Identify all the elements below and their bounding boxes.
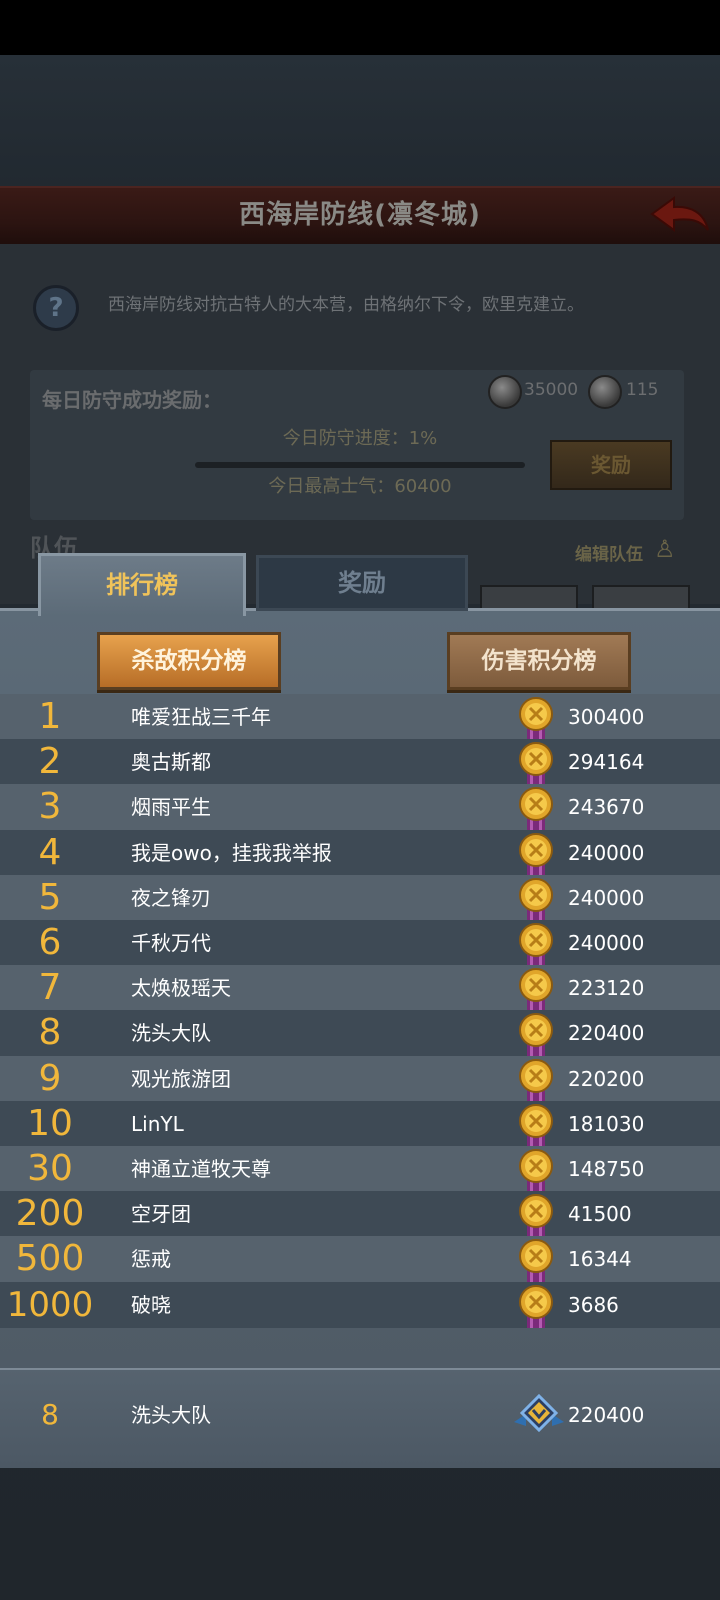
leaderboard-row[interactable]: 2 奥古斯都 294164 [0,739,720,786]
player-score: 181030 [568,1111,645,1136]
player-score: 240000 [568,885,645,910]
page-title: 西海岸防线(凛冬城) [239,200,481,230]
defense-progress-label: 今日防守进度： [282,428,409,449]
player-score: 220400 [568,1021,645,1046]
reward-button[interactable]: 奖励 [550,440,672,490]
gold-medal-icon [514,832,558,876]
edit-team-button[interactable]: 编辑队伍 [575,540,643,565]
rank-number: 1 [38,696,62,737]
rank-number: 2 [38,741,62,783]
player-name: 惩戒 [131,1247,171,1272]
player-name: 夜之锋刃 [131,885,211,910]
player-score: 240000 [568,840,645,865]
player-score: 223120 [568,976,645,1001]
leaderboard-row[interactable]: 5 夜之锋刃 240000 [0,874,720,921]
leaderboard-row[interactable]: 9 观光旅游团 220200 [0,1055,720,1102]
gold-medal-icon [514,922,558,966]
defense-progress-value: 1% [408,428,438,449]
player-name: 奥古斯都 [131,750,211,775]
leaderboard-row[interactable]: 8 洗头大队 220400 [0,1010,720,1057]
kill-score-board-button[interactable]: 杀敌积分榜 [97,632,281,690]
leaderboard-row[interactable]: 7 太焕极瑶天 223120 [0,965,720,1012]
daily-reward-label: 每日防守成功奖励： [42,388,222,412]
description-text: 西海岸防线对抗古特人的大本营，由格纳尔下令，欧里克建立。 [108,295,584,315]
gold-medal-icon [514,696,558,740]
gold-medal-icon [514,741,558,786]
back-arrow-icon[interactable] [648,192,712,238]
silver-coin-icon [488,375,522,409]
player-name: 千秋万代 [131,931,211,955]
player-score: 3686 [568,1292,619,1317]
player-name: 洗头大队 [131,1021,211,1046]
player-name: 空牙团 [131,1202,191,1227]
edit-team-icon[interactable]: ♙ [654,534,684,564]
dark-coin-icon [588,375,622,409]
gold-medal-icon [514,1012,558,1057]
player-score: 148750 [568,1157,645,1181]
leaderboard-row[interactable]: 30 神通立道牧天尊 148750 [0,1146,720,1192]
rank-number: 9 [38,1057,62,1099]
player-name: 神通立道牧天尊 [131,1157,271,1181]
gold-medal-icon [514,1103,558,1147]
damage-score-board-button[interactable]: 伤害积分榜 [447,632,631,690]
reward-coin-1-value: 35000 [524,380,579,400]
player-score: 294164 [568,750,645,775]
gold-medal-icon [514,1284,558,1328]
rank-number: 500 [15,1238,85,1280]
gold-medal-icon [514,786,558,831]
leaderboard-row[interactable]: 1000 破晓 3686 [0,1281,720,1328]
leaderboard-row[interactable]: 1 唯爱狂战三千年 300400 [0,694,720,740]
gold-medal-icon [514,877,558,921]
status-bar [0,0,720,55]
player-score: 240000 [568,931,645,955]
max-morale-value: 60400 [394,476,452,497]
my-name: 洗头大队 [131,1403,211,1427]
my-rank: 8 [41,1398,59,1431]
player-score: 300400 [568,705,645,729]
rank-number: 1000 [6,1284,94,1325]
rank-number: 5 [38,876,62,918]
gold-medal-icon [514,967,558,1012]
leaderboard-row[interactable]: 200 空牙团 41500 [0,1191,720,1238]
leaderboard-row[interactable]: 500 惩戒 16344 [0,1236,720,1283]
player-name: 唯爱狂战三千年 [131,705,271,729]
player-score: 16344 [568,1247,632,1272]
rank-number: 6 [38,922,62,963]
leaderboard-row[interactable]: 4 我是owo，挂我我举报 240000 [0,829,720,876]
help-icon[interactable]: ? [33,285,79,331]
rank-number: 200 [15,1193,85,1235]
player-name: 破晓 [131,1292,171,1317]
defense-progress-bar [195,462,525,468]
player-score: 220200 [568,1066,645,1091]
rank-number: 7 [38,967,62,1009]
rank-number: 4 [38,831,62,873]
rank-number: 30 [27,1148,73,1189]
tab-rewards[interactable]: 奖励 [256,555,468,611]
leaderboard-row[interactable]: 3 烟雨平生 243670 [0,784,720,831]
player-name: LinYL [131,1111,184,1136]
gold-medal-icon [514,1193,558,1238]
rank-number: 3 [38,786,62,828]
my-score: 220400 [568,1403,645,1427]
rank-badge-icon [512,1392,566,1438]
max-morale-label: 今日最高士气： [268,476,395,497]
rank-number: 10 [27,1102,73,1144]
player-score: 41500 [568,1202,632,1227]
reward-coin-2-value: 115 [626,380,659,400]
player-score: 243670 [568,795,645,820]
player-name: 我是owo，挂我我举报 [131,840,332,865]
gold-medal-icon [514,1058,558,1102]
player-name: 观光旅游团 [131,1066,231,1091]
player-name: 烟雨平生 [131,795,211,820]
player-name: 太焕极瑶天 [131,976,231,1001]
gold-medal-icon [514,1148,558,1192]
tab-ranking[interactable]: 排行榜 [38,553,246,616]
rank-number: 8 [38,1012,62,1054]
gold-medal-icon [514,1238,558,1283]
leaderboard-row[interactable]: 6 千秋万代 240000 [0,920,720,966]
leaderboard-row[interactable]: 10 LinYL 181030 [0,1100,720,1147]
